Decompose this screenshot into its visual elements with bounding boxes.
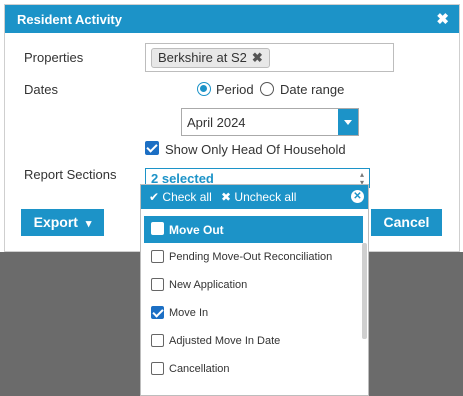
date-range-radio[interactable] (260, 82, 274, 96)
option-label: Cancellation (169, 363, 230, 375)
cancel-button[interactable]: Cancel (371, 209, 442, 236)
option-label: Pending Move-Out Reconciliation (169, 251, 333, 263)
property-tag-label: Berkshire at S2 (158, 50, 247, 65)
option-checkbox[interactable] (151, 306, 164, 319)
option-move-out[interactable]: Move Out (144, 216, 363, 243)
option-cancellation[interactable]: Cancellation (144, 356, 363, 383)
export-button[interactable]: Export ▾ (21, 209, 104, 236)
dates-label: Dates (24, 82, 58, 97)
option-pending-move-out-reconciliation[interactable]: Pending Move-Out Reconciliation (144, 244, 363, 271)
report-sections-dropdown: ✔ Check all ✖ Uncheck all ✕ Move Out Pen… (140, 184, 369, 396)
period-select[interactable]: April 2024 (181, 108, 359, 136)
chevron-down-icon[interactable] (338, 109, 358, 135)
option-checkbox[interactable] (151, 222, 164, 235)
option-label: New Application (169, 279, 248, 291)
export-caret-icon: ▾ (85, 218, 92, 230)
head-of-household-checkbox[interactable] (145, 141, 159, 155)
check-all-button[interactable]: ✔ Check all (149, 190, 212, 204)
option-checkbox[interactable] (151, 278, 164, 291)
option-move-in[interactable]: Move In (144, 300, 363, 327)
properties-input[interactable]: Berkshire at S2 ✖ (145, 43, 394, 72)
uncheck-all-label: Uncheck all (234, 190, 297, 204)
period-select-value: April 2024 (187, 115, 246, 130)
check-all-label: Check all (162, 190, 212, 204)
uncheck-icon: ✖ (221, 190, 232, 204)
option-label: Adjusted Move In Date (169, 335, 281, 347)
dialog-title: Resident Activity (17, 12, 122, 27)
dialog-titlebar: Resident Activity ✖ (5, 5, 459, 33)
option-checkbox[interactable] (151, 334, 164, 347)
option-label: Move In (169, 307, 209, 319)
clear-icon[interactable]: ✕ (351, 190, 364, 203)
option-label: Move Out (169, 223, 224, 237)
dropdown-header: ✔ Check all ✖ Uncheck all ✕ (141, 185, 368, 209)
report-sections-label: Report Sections (24, 167, 117, 182)
property-tag: Berkshire at S2 ✖ (151, 48, 270, 68)
option-checkbox[interactable] (151, 250, 164, 263)
check-icon: ✔ (149, 190, 160, 204)
uncheck-all-button[interactable]: ✖ Uncheck all (221, 190, 296, 204)
export-button-label: Export (33, 214, 78, 230)
option-adjusted-move-in-date[interactable]: Adjusted Move In Date (144, 328, 363, 355)
date-range-radio-label[interactable]: Date range (280, 82, 344, 97)
close-icon[interactable]: ✖ (436, 10, 449, 28)
dropdown-scrollbar[interactable] (362, 243, 367, 339)
properties-label: Properties (24, 50, 84, 65)
period-radio[interactable] (197, 82, 211, 96)
period-radio-label[interactable]: Period (216, 82, 254, 97)
head-of-household-label[interactable]: Show Only Head Of Household (165, 142, 346, 157)
option-new-application[interactable]: New Application (144, 272, 363, 299)
option-checkbox[interactable] (151, 362, 164, 375)
remove-tag-icon[interactable]: ✖ (252, 50, 263, 65)
